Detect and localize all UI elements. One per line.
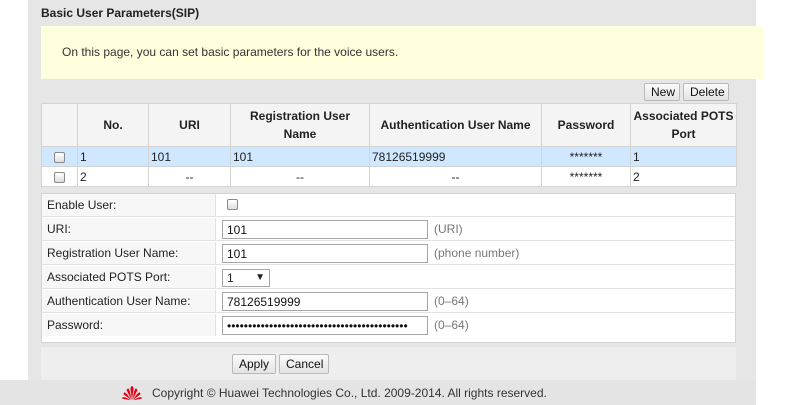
- cell-port: 2: [630, 166, 737, 187]
- cell-password: *******: [541, 146, 631, 167]
- form-row-password: Password: (0–64): [42, 314, 735, 336]
- cell-auth-user: 78126519999: [369, 146, 542, 167]
- header-uri: URI: [148, 103, 231, 147]
- apply-button[interactable]: Apply: [232, 354, 276, 374]
- chevron-down-icon: ▼: [255, 272, 265, 283]
- cell-auth-user: --: [369, 166, 542, 187]
- header-port: Associated POTS Port: [630, 103, 737, 147]
- action-bar: Apply Cancel: [41, 347, 736, 380]
- row-checkbox[interactable]: [54, 171, 65, 183]
- row-select-cell: [41, 146, 78, 167]
- reg-user-hint: (phone number): [434, 246, 520, 260]
- row-select-cell: [41, 166, 78, 187]
- new-button[interactable]: New: [644, 83, 680, 101]
- left-margin: [0, 0, 28, 380]
- form-row-port: Associated POTS Port: 1 ▼: [42, 266, 735, 289]
- enable-user-label: Enable User:: [42, 194, 216, 216]
- password-input[interactable]: [222, 316, 428, 335]
- header-select: [41, 103, 78, 147]
- auth-user-hint: (0–64): [434, 294, 469, 308]
- delete-button[interactable]: Delete: [683, 83, 729, 101]
- huawei-logo-icon: [122, 386, 142, 401]
- form-row-uri: URI: (URI): [42, 218, 735, 241]
- table-header-row: No. URI Registration User Name Authentic…: [41, 103, 737, 147]
- port-select-value: 1: [227, 271, 234, 285]
- auth-user-label: Authentication User Name:: [42, 290, 216, 312]
- form-row-auth-user: Authentication User Name: (0–64): [42, 290, 735, 313]
- cell-no: 2: [77, 166, 149, 187]
- form-row-enable: Enable User:: [42, 194, 735, 217]
- reg-user-input[interactable]: [222, 244, 428, 263]
- user-table: No. URI Registration User Name Authentic…: [41, 103, 737, 187]
- page-title: Basic User Parameters(SIP): [41, 6, 200, 20]
- footer: Copyright © Huawei Technologies Co., Ltd…: [0, 380, 756, 405]
- port-label: Associated POTS Port:: [42, 266, 216, 288]
- uri-label: URI:: [42, 218, 216, 240]
- cell-reg-user: --: [230, 166, 370, 187]
- header-no: No.: [77, 103, 149, 147]
- password-hint: (0–64): [434, 318, 469, 332]
- form-row-reg-user: Registration User Name: (phone number): [42, 242, 735, 265]
- uri-hint: (URI): [434, 222, 463, 236]
- header-password: Password: [541, 103, 631, 147]
- row-checkbox[interactable]: [54, 151, 65, 163]
- password-label: Password:: [42, 314, 216, 336]
- user-form: Enable User: URI: (URI) Registration Use…: [41, 193, 736, 343]
- info-text: On this page, you can set basic paramete…: [62, 45, 399, 59]
- info-box: On this page, you can set basic paramete…: [41, 26, 763, 79]
- header-reg-user: Registration User Name: [230, 103, 370, 147]
- table-row[interactable]: 1 101 101 78126519999 ******* 1: [41, 146, 737, 167]
- cell-port: 1: [630, 146, 737, 167]
- port-select[interactable]: 1 ▼: [222, 269, 270, 287]
- header-auth-user: Authentication User Name: [369, 103, 542, 147]
- cell-password: *******: [541, 166, 631, 187]
- cell-uri: 101: [148, 146, 231, 167]
- cell-no: 1: [77, 146, 149, 167]
- cell-reg-user: 101: [230, 146, 370, 167]
- auth-user-input[interactable]: [222, 292, 428, 311]
- reg-user-label: Registration User Name:: [42, 242, 216, 264]
- cell-uri: --: [148, 166, 231, 187]
- uri-input[interactable]: [222, 220, 428, 239]
- main-panel: Basic User Parameters(SIP) On this page,…: [28, 0, 763, 380]
- enable-user-checkbox[interactable]: [227, 199, 238, 210]
- copyright-text: Copyright © Huawei Technologies Co., Ltd…: [152, 386, 547, 400]
- table-row[interactable]: 2 -- -- -- ******* 2: [41, 166, 737, 187]
- cancel-button[interactable]: Cancel: [279, 354, 329, 374]
